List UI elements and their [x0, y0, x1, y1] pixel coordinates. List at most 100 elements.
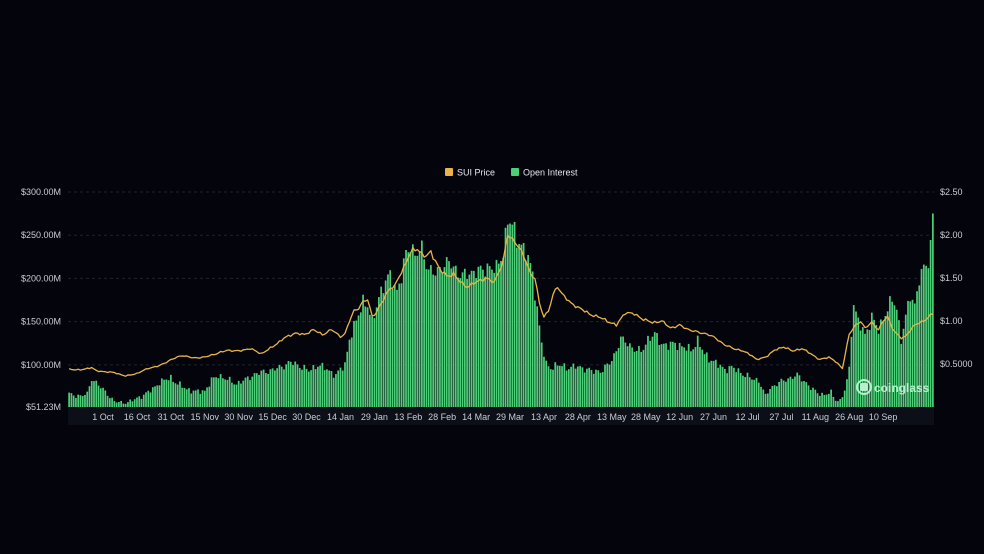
oi-bar[interactable]: [335, 374, 337, 407]
oi-bar[interactable]: [610, 361, 613, 407]
oi-bar[interactable]: [445, 257, 448, 407]
oi-bar[interactable]: [314, 369, 317, 407]
oi-bar[interactable]: [570, 366, 572, 407]
oi-bar[interactable]: [398, 283, 401, 407]
oi-bar[interactable]: [389, 270, 392, 407]
oi-bar[interactable]: [425, 269, 428, 407]
oi-bar[interactable]: [179, 381, 181, 407]
oi-bar[interactable]: [644, 344, 647, 407]
oi-bar[interactable]: [174, 383, 177, 407]
oi-bar[interactable]: [574, 368, 577, 407]
oi-bar[interactable]: [803, 381, 805, 407]
oi-bar[interactable]: [328, 370, 331, 407]
oi-bar[interactable]: [348, 339, 351, 407]
oi-bar[interactable]: [292, 365, 294, 407]
oi-bar[interactable]: [545, 360, 548, 407]
oi-bar[interactable]: [163, 379, 165, 407]
oi-bar[interactable]: [511, 224, 514, 407]
oi-bar[interactable]: [210, 377, 213, 407]
oi-bar[interactable]: [454, 265, 457, 407]
oi-bar[interactable]: [283, 369, 285, 407]
oi-bar[interactable]: [190, 393, 193, 407]
oi-bar[interactable]: [834, 400, 837, 407]
oi-bar[interactable]: [231, 382, 233, 407]
oi-bar[interactable]: [127, 402, 129, 407]
oi-bar[interactable]: [674, 342, 676, 407]
oi-bar[interactable]: [536, 306, 539, 407]
oi-bar[interactable]: [588, 367, 591, 407]
oi-bar[interactable]: [685, 350, 688, 407]
oi-bar[interactable]: [504, 227, 507, 407]
oi-bar[interactable]: [500, 260, 502, 407]
oi-bar[interactable]: [717, 367, 719, 407]
oi-bar[interactable]: [138, 396, 141, 407]
oi-bar[interactable]: [104, 390, 107, 407]
oi-bar[interactable]: [638, 346, 640, 407]
oi-bar[interactable]: [147, 390, 150, 407]
oi-bar[interactable]: [463, 268, 466, 407]
oi-bar[interactable]: [832, 396, 835, 407]
oi-bar[interactable]: [789, 376, 792, 407]
oi-bar[interactable]: [597, 370, 600, 407]
oi-bar[interactable]: [785, 381, 787, 407]
oi-bar[interactable]: [502, 257, 505, 407]
oi-bar[interactable]: [326, 369, 328, 407]
oi-bar[interactable]: [730, 365, 733, 407]
oi-bar[interactable]: [791, 378, 794, 407]
oi-bar[interactable]: [461, 272, 464, 407]
oi-bar[interactable]: [608, 364, 611, 407]
oi-bar[interactable]: [371, 316, 373, 407]
oi-bar[interactable]: [222, 378, 224, 407]
oi-bar[interactable]: [416, 255, 419, 407]
oi-bar[interactable]: [852, 305, 855, 407]
oi-bar[interactable]: [529, 263, 532, 407]
oi-bar[interactable]: [165, 379, 168, 407]
oi-bar[interactable]: [692, 349, 695, 407]
oi-bar[interactable]: [543, 356, 545, 407]
oi-bar[interactable]: [142, 394, 145, 407]
oi-bar[interactable]: [479, 265, 482, 407]
oi-bar[interactable]: [262, 369, 265, 407]
oi-bar[interactable]: [696, 335, 699, 407]
oi-bar[interactable]: [357, 315, 360, 407]
oi-bar[interactable]: [346, 351, 349, 407]
oi-bar[interactable]: [448, 261, 450, 407]
oi-bar[interactable]: [742, 375, 744, 407]
oi-bar[interactable]: [726, 373, 728, 407]
oi-bar[interactable]: [701, 349, 704, 407]
oi-bar[interactable]: [423, 259, 425, 407]
oi-bar[interactable]: [665, 343, 667, 407]
oi-bar[interactable]: [307, 371, 310, 407]
oi-bar[interactable]: [683, 347, 686, 407]
oi-bar[interactable]: [676, 350, 679, 407]
oi-bar[interactable]: [629, 343, 631, 407]
oi-bar[interactable]: [703, 354, 706, 407]
oi-bar[interactable]: [651, 336, 654, 407]
oi-bar[interactable]: [658, 344, 661, 407]
oi-bar[interactable]: [244, 377, 247, 407]
oi-bar[interactable]: [495, 259, 498, 407]
oi-bar[interactable]: [97, 385, 100, 407]
oi-bar[interactable]: [350, 337, 353, 407]
oi-bar[interactable]: [649, 340, 652, 407]
oi-bar[interactable]: [513, 221, 516, 407]
oi-bar[interactable]: [99, 388, 102, 407]
oi-bar[interactable]: [850, 336, 853, 407]
oi-bar[interactable]: [814, 389, 817, 407]
oi-bar[interactable]: [249, 380, 251, 407]
oi-bar[interactable]: [563, 363, 566, 407]
oi-bar[interactable]: [359, 312, 362, 407]
oi-bar[interactable]: [321, 362, 324, 407]
oi-bar[interactable]: [156, 385, 159, 407]
oi-bar[interactable]: [818, 395, 821, 407]
oi-bar[interactable]: [362, 294, 364, 407]
oi-bar[interactable]: [590, 370, 593, 407]
oi-bar[interactable]: [407, 252, 410, 407]
oi-bar[interactable]: [787, 378, 790, 407]
oi-bar[interactable]: [427, 269, 430, 407]
oi-bar[interactable]: [486, 263, 489, 408]
oi-bar[interactable]: [237, 380, 240, 407]
oi-bar[interactable]: [274, 370, 276, 408]
oi-bar[interactable]: [549, 369, 552, 407]
oi-bar[interactable]: [746, 372, 749, 407]
